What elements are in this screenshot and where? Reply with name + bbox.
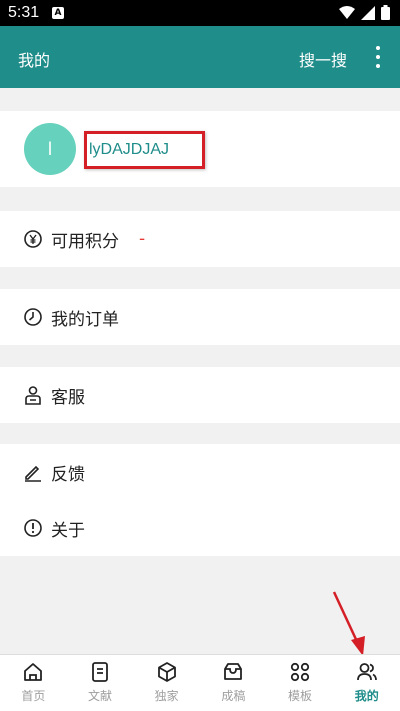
nav-label: 独家 — [154, 689, 179, 703]
nav-label: 成稿 — [221, 689, 246, 703]
app-bar: 我的 搜一搜 — [0, 26, 400, 88]
clock-icon — [24, 308, 42, 326]
feedback-row[interactable]: 反馈 — [0, 444, 400, 500]
orders-label: 我的订单 — [51, 309, 119, 330]
service-label: 客服 — [51, 387, 85, 408]
notification-icon: A — [52, 7, 64, 19]
nav-label: 首页 — [21, 689, 46, 703]
battery-icon — [381, 5, 390, 20]
wifi-icon — [339, 5, 355, 19]
status-icons — [339, 5, 390, 20]
nav-label: 我的 — [354, 689, 379, 703]
nav-documents[interactable]: 文献 — [67, 655, 134, 711]
orders-row[interactable]: 我的订单 — [0, 289, 400, 345]
points-row[interactable]: 可用积分 - — [0, 211, 400, 267]
pencil-icon — [25, 465, 41, 482]
points-value: - — [139, 229, 146, 249]
more-options-icon[interactable] — [370, 46, 386, 68]
avatar[interactable]: l — [24, 123, 76, 175]
nav-templates[interactable]: 模板 — [267, 655, 334, 711]
service-row[interactable]: 客服 — [0, 367, 400, 423]
status-bar: 5:31 A — [0, 0, 400, 26]
bottom-nav: 首页 文献 独家 成稿 模板 我的 — [0, 654, 400, 711]
nav-label: 文献 — [88, 689, 113, 703]
nav-home[interactable]: 首页 — [0, 655, 67, 711]
people-icon — [356, 663, 377, 681]
home-icon — [24, 663, 43, 681]
nav-drafts[interactable]: 成稿 — [200, 655, 267, 711]
status-time: 5:31 — [8, 4, 40, 21]
profile-card[interactable]: l lyDAJDJAJ — [0, 111, 400, 187]
grid-icon — [290, 662, 310, 682]
info-icon — [24, 519, 42, 537]
yen-icon — [24, 230, 42, 248]
misc-card: 反馈 关于 — [0, 444, 400, 556]
nav-mine[interactable]: 我的 — [333, 655, 400, 711]
cube-icon — [157, 662, 176, 682]
about-label: 关于 — [51, 520, 85, 541]
nav-exclusive[interactable]: 独家 — [133, 655, 200, 711]
page-title: 我的 — [18, 51, 51, 70]
about-row[interactable]: 关于 — [0, 500, 400, 556]
annotation-arrow — [332, 591, 365, 656]
inbox-icon — [224, 663, 243, 680]
search-button[interactable]: 搜一搜 — [299, 47, 347, 71]
username[interactable]: lyDAJDJAJ — [89, 141, 169, 159]
feedback-label: 反馈 — [51, 464, 85, 485]
person-icon — [25, 386, 41, 405]
document-icon — [92, 662, 108, 682]
signal-icon — [361, 5, 375, 20]
points-label: 可用积分 — [51, 231, 119, 252]
nav-label: 模板 — [288, 689, 313, 703]
